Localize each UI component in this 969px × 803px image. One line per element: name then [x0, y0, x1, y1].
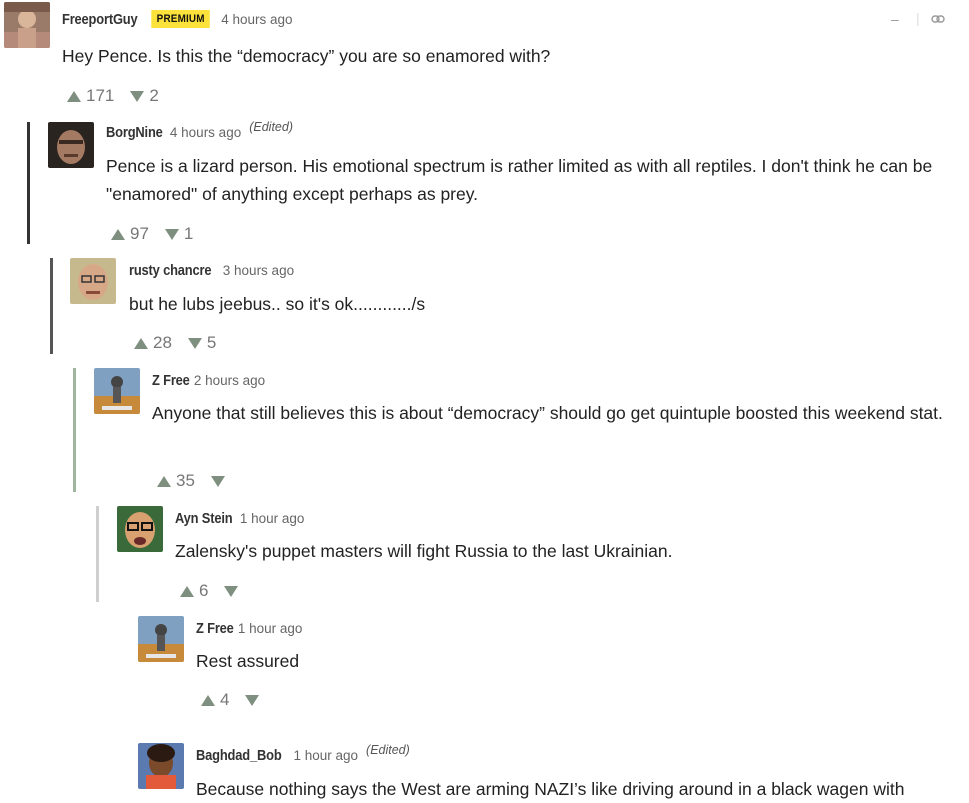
thread-line[interactable]	[27, 122, 30, 244]
upvote-button[interactable]: 35	[157, 471, 195, 491]
edited-label: (Edited)	[249, 119, 293, 134]
avatar[interactable]	[138, 743, 184, 789]
downvote-arrow-icon	[210, 475, 225, 487]
thread-line[interactable]	[73, 368, 76, 492]
timestamp[interactable]: 1 hour ago	[238, 621, 303, 636]
timestamp[interactable]: 3 hours ago	[223, 263, 294, 278]
username[interactable]: Z Free	[196, 620, 234, 637]
comment-body: but he lubs jeebus.. so it's ok.........…	[129, 294, 426, 314]
username[interactable]: Z Free	[152, 372, 190, 389]
username[interactable]: Ayn Stein	[175, 510, 233, 527]
upvote-count: 4	[220, 690, 230, 709]
timestamp[interactable]: 1 hour ago	[240, 511, 305, 526]
upvote-arrow-icon	[134, 337, 148, 349]
avatar[interactable]	[4, 2, 50, 48]
upvote-button[interactable]: 28	[134, 333, 172, 353]
comment-body: Because nothing says the West are arming…	[196, 779, 905, 799]
control-divider: |	[916, 10, 920, 26]
thread-line[interactable]	[50, 258, 53, 354]
upvote-button[interactable]: 171	[67, 86, 114, 106]
link-icon[interactable]	[931, 12, 945, 28]
comment-body: Hey Pence. Is this the “democracy” you a…	[62, 46, 551, 66]
comment-body: Anyone that still believes this is about…	[152, 403, 943, 423]
downvote-button[interactable]	[245, 694, 260, 706]
upvote-button[interactable]: 97	[111, 224, 149, 244]
timestamp[interactable]: 4 hours ago	[221, 12, 292, 27]
downvote-arrow-icon	[245, 694, 260, 706]
downvote-count: 5	[206, 333, 217, 352]
downvote-button[interactable]	[210, 475, 225, 487]
comment-body: Pence is a lizard person. His emotional …	[106, 156, 933, 204]
thread-line[interactable]	[96, 506, 99, 602]
comment-body: Zalensky's puppet masters will fight Rus…	[175, 541, 673, 561]
upvote-arrow-icon	[180, 585, 194, 597]
upvote-button[interactable]: 6	[180, 581, 208, 601]
downvote-button[interactable]: 2	[130, 86, 159, 106]
comment-body: Rest assured	[196, 651, 300, 671]
timestamp[interactable]: 1 hour ago	[293, 748, 358, 763]
upvote-count: 6	[199, 581, 209, 600]
downvote-arrow-icon	[130, 90, 145, 102]
upvote-arrow-icon	[157, 475, 171, 487]
avatar[interactable]	[94, 368, 140, 414]
upvote-count: 28	[153, 333, 172, 352]
avatar[interactable]	[138, 616, 184, 662]
upvote-arrow-icon	[67, 90, 81, 102]
downvote-arrow-icon	[187, 337, 202, 349]
downvote-button[interactable]: 1	[164, 224, 194, 244]
downvote-arrow-icon	[164, 228, 179, 240]
upvote-arrow-icon	[201, 694, 215, 706]
timestamp[interactable]: 4 hours ago	[170, 125, 241, 140]
downvote-button[interactable]	[224, 585, 239, 597]
avatar[interactable]	[117, 506, 163, 552]
username[interactable]: FreeportGuy	[62, 11, 138, 28]
downvote-button[interactable]: 5	[187, 333, 217, 353]
upvote-button[interactable]: 4	[201, 690, 229, 710]
upvote-count: 171	[86, 86, 115, 105]
username[interactable]: Baghdad_Bob	[196, 747, 282, 764]
edited-label: (Edited)	[366, 742, 410, 757]
upvote-count: 35	[176, 471, 195, 490]
timestamp[interactable]: 2 hours ago	[194, 373, 265, 388]
username[interactable]: BorgNine	[106, 124, 163, 141]
avatar[interactable]	[48, 122, 94, 168]
downvote-count: 1	[183, 224, 194, 243]
avatar[interactable]	[70, 258, 116, 304]
upvote-arrow-icon	[111, 228, 125, 240]
upvote-count: 97	[130, 224, 149, 243]
collapse-thread-button[interactable]: –	[891, 11, 899, 27]
downvote-count: 2	[149, 86, 159, 105]
username[interactable]: rusty chancre	[129, 262, 212, 279]
premium-badge: PREMIUM	[151, 10, 210, 28]
downvote-arrow-icon	[224, 585, 239, 597]
